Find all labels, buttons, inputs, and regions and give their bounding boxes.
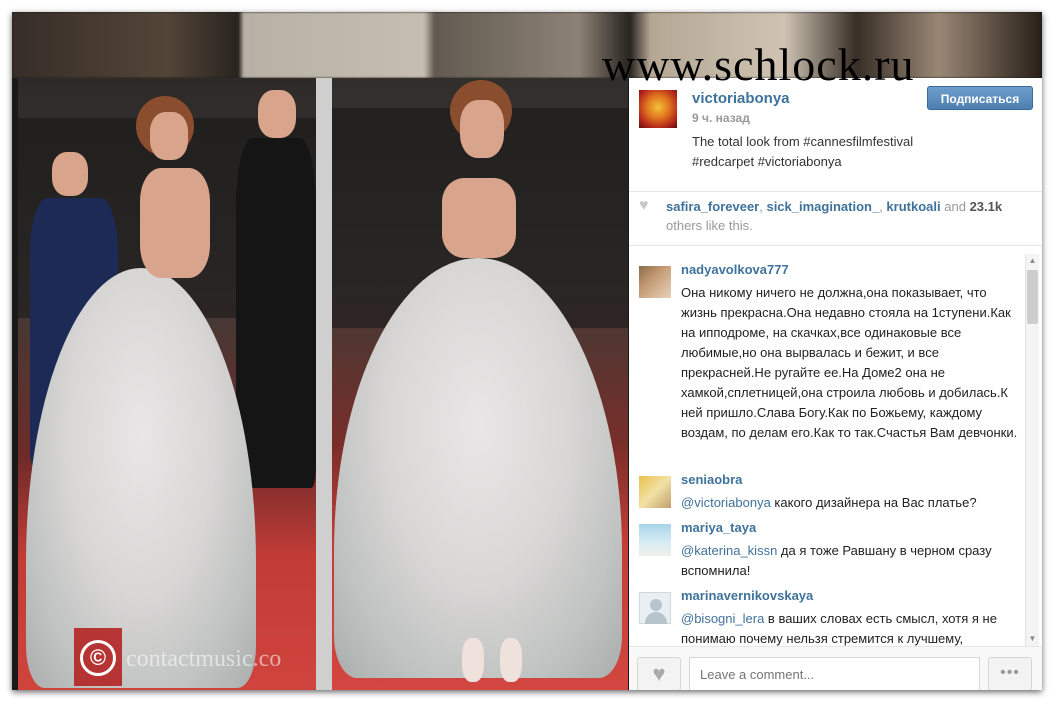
watermark-text: www.schlock.ru: [602, 39, 915, 90]
comment-avatar[interactable]: [639, 266, 671, 298]
like-user[interactable]: krutkoali: [886, 199, 940, 214]
comment-body: какого дизайнера на Вас платье?: [770, 495, 977, 510]
woman-back: [140, 168, 210, 278]
post-sidebar: victoriabonya 9 ч. назад The total look …: [629, 78, 1042, 690]
likes-summary: ♥ safira_foreveer, sick_imagination_, kr…: [639, 197, 1034, 245]
comments-list: nadyavolkova777 Она никому ничего не дол…: [629, 254, 1042, 646]
photo-panel-left: © contactmusic.co: [18, 78, 316, 690]
photo-panel-right: [332, 78, 628, 690]
woman-face-right: [460, 100, 504, 158]
post-caption: The total look from #cannesfilmfestival …: [692, 134, 914, 169]
heart-icon: ♥: [639, 197, 649, 214]
man-face: [52, 152, 88, 196]
comment-text: @katerina_kissn да я тоже Равшану в черн…: [681, 541, 1021, 581]
post-username[interactable]: victoriabonya: [692, 90, 790, 107]
comment-input[interactable]: [689, 657, 980, 690]
shoe-left: [462, 638, 484, 682]
woman-face-left: [150, 112, 188, 160]
comment-avatar[interactable]: [639, 476, 671, 508]
comment-avatar[interactable]: [639, 524, 671, 556]
post-photo[interactable]: © contactmusic.co: [18, 78, 628, 690]
default-avatar-icon[interactable]: [639, 592, 671, 624]
like-heart-icon[interactable]: ♥: [637, 657, 681, 690]
user-avatar[interactable]: [639, 90, 677, 128]
comment-mention[interactable]: @bisogni_lera: [681, 611, 764, 626]
woman-shoulders: [442, 178, 516, 258]
comment-footer: ♥ •••: [629, 646, 1042, 690]
comment-mention[interactable]: @katerina_kissn: [681, 543, 777, 558]
comment-mention[interactable]: @victoriabonya: [681, 495, 771, 510]
scrollbar-thumb[interactable]: [1027, 270, 1038, 324]
follow-button[interactable]: Подписаться: [927, 86, 1033, 110]
comments-scrollbar[interactable]: ▲ ▼: [1025, 254, 1039, 646]
copyright-icon: ©: [80, 640, 116, 676]
photo-divider: [316, 78, 332, 690]
likes-count[interactable]: 23.1k: [970, 199, 1003, 214]
comment-text: @bisogni_lera в ваших словах есть смысл,…: [681, 609, 1021, 646]
man-black-suit: [236, 138, 316, 488]
scroll-down-arrow-icon[interactable]: ▼: [1026, 632, 1039, 646]
post-lightbox: © contactmusic.co www.schlock.ru victori…: [12, 12, 1042, 690]
shoe-right: [500, 638, 522, 682]
likes-text: safira_foreveer, sick_imagination_, krut…: [666, 199, 1003, 233]
comment-username[interactable]: marinavernikovskaya: [681, 588, 813, 603]
post-header: victoriabonya 9 ч. назад The total look …: [629, 78, 1042, 193]
comment-text: @victoriabonya какого дизайнера на Вас п…: [681, 493, 1021, 513]
comment-username[interactable]: mariya_taya: [681, 520, 756, 535]
comment-text: Она никому ничего не должна,она показыва…: [681, 285, 1018, 440]
photo-credit: contactmusic.co: [126, 646, 282, 672]
comment-username[interactable]: nadyavolkova777: [681, 262, 789, 277]
likes-suffix: others like this.: [666, 218, 753, 233]
more-options-icon[interactable]: •••: [988, 657, 1032, 690]
likes-and: and: [944, 199, 966, 214]
man-face-right: [258, 90, 296, 138]
divider: [629, 245, 1042, 246]
scroll-up-arrow-icon[interactable]: ▲: [1026, 254, 1039, 268]
like-user[interactable]: safira_foreveer: [666, 199, 759, 214]
like-user[interactable]: sick_imagination_: [766, 199, 879, 214]
divider: [629, 191, 1042, 192]
comment-username[interactable]: seniaobra: [681, 472, 742, 487]
post-timestamp: 9 ч. назад: [692, 111, 750, 125]
